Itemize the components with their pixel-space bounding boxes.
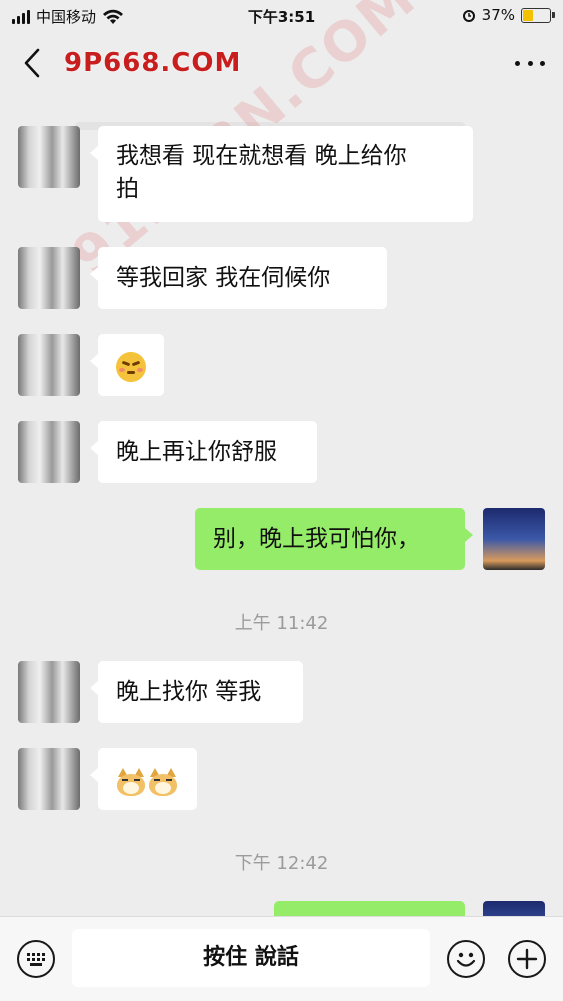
contact-avatar[interactable] <box>18 126 80 188</box>
message-text: 拍 <box>116 176 139 202</box>
message-bubble-outgoing[interactable]: 别，晚上我可怕你， <box>195 508 473 570</box>
smile-icon[interactable] <box>447 940 485 978</box>
contact-avatar[interactable] <box>18 748 80 810</box>
input-bar: 按住 說話 <box>0 916 563 1001</box>
timestamp: 上午 11:42 <box>234 613 329 634</box>
battery-percent: 37% <box>481 6 515 24</box>
contact-avatar[interactable] <box>18 334 80 396</box>
more-icon[interactable] <box>515 56 545 70</box>
keyboard-icon[interactable] <box>17 940 55 978</box>
back-arrow-icon[interactable] <box>20 47 44 79</box>
nav-bar: 9P668.COM <box>0 30 563 130</box>
message-bubble[interactable]: 等我回家 我在伺候你 <box>90 247 387 309</box>
doge-emoji-icon <box>116 767 146 796</box>
chat-title: 9P668.COM <box>64 48 242 78</box>
my-avatar[interactable] <box>483 508 545 570</box>
message-text: 别，晚上我可怕你， <box>213 526 420 552</box>
message-text: 晚上找你 等我 <box>116 679 262 705</box>
message-bubble[interactable] <box>90 748 197 810</box>
message-bubble[interactable]: 我想看 现在就想看 晚上给你 拍 <box>90 126 473 222</box>
plus-icon[interactable] <box>508 940 546 978</box>
message-text: 等我回家 我在伺候你 <box>116 265 331 291</box>
battery-icon <box>521 7 555 23</box>
status-right: 37% <box>462 6 555 24</box>
flushed-smile-emoji-icon <box>116 351 146 382</box>
message-bubble[interactable] <box>90 334 164 396</box>
contact-avatar[interactable] <box>18 421 80 483</box>
message-bubble[interactable]: 晚上再让你舒服 <box>90 421 317 483</box>
contact-avatar[interactable] <box>18 247 80 309</box>
message-bubble[interactable]: 晚上找你 等我 <box>90 661 303 723</box>
message-text: 晚上再让你舒服 <box>116 439 277 465</box>
contact-avatar[interactable] <box>18 661 80 723</box>
battery-fill <box>523 9 534 21</box>
alarm-icon <box>462 10 475 22</box>
hold-to-talk-button[interactable]: 按住 說話 <box>72 929 430 987</box>
status-bar: 中国移动 下午3:51 37% <box>0 0 563 30</box>
timestamp: 下午 12:42 <box>234 853 329 874</box>
doge-emoji-icon <box>148 767 178 796</box>
message-text: 我想看 现在就想看 晚上给你 <box>116 143 407 169</box>
